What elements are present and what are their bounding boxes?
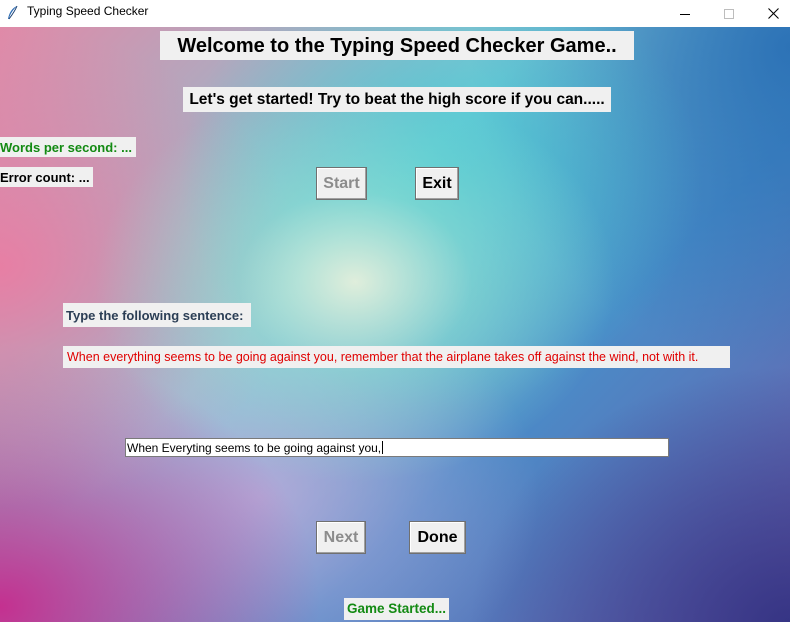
close-button[interactable] — [751, 0, 790, 27]
minimize-icon — [679, 9, 690, 19]
page-subtitle: Let's get started! Try to beat the high … — [183, 87, 611, 112]
title-bar[interactable]: Typing Speed Checker — [0, 0, 790, 27]
words-per-second-label: Words per second: ... — [0, 137, 136, 157]
window-title: Typing Speed Checker — [27, 4, 149, 18]
exit-button[interactable]: Exit — [415, 167, 459, 200]
maximize-icon — [723, 8, 734, 19]
start-button[interactable]: Start — [316, 167, 367, 200]
background-canvas: Welcome to the Typing Speed Checker Game… — [0, 27, 790, 622]
instruction-label: Type the following sentence: — [63, 303, 251, 327]
target-sentence: When everything seems to be going agains… — [63, 346, 730, 368]
maximize-button[interactable] — [706, 0, 751, 27]
text-caret — [382, 441, 384, 454]
error-count-label: Error count: ... — [0, 167, 93, 187]
status-label: Game Started... — [344, 598, 449, 620]
next-button[interactable]: Next — [316, 521, 366, 554]
feather-icon — [6, 5, 20, 21]
typing-input-value: When Everyting seems to be going against… — [127, 440, 382, 455]
typing-input[interactable]: When Everyting seems to be going against… — [125, 438, 669, 457]
done-button[interactable]: Done — [409, 521, 466, 554]
close-icon — [768, 8, 779, 19]
minimize-button[interactable] — [662, 0, 707, 27]
page-title: Welcome to the Typing Speed Checker Game… — [160, 31, 634, 60]
app-window: Typing Speed Checker Welcome to the Typi… — [0, 0, 790, 622]
